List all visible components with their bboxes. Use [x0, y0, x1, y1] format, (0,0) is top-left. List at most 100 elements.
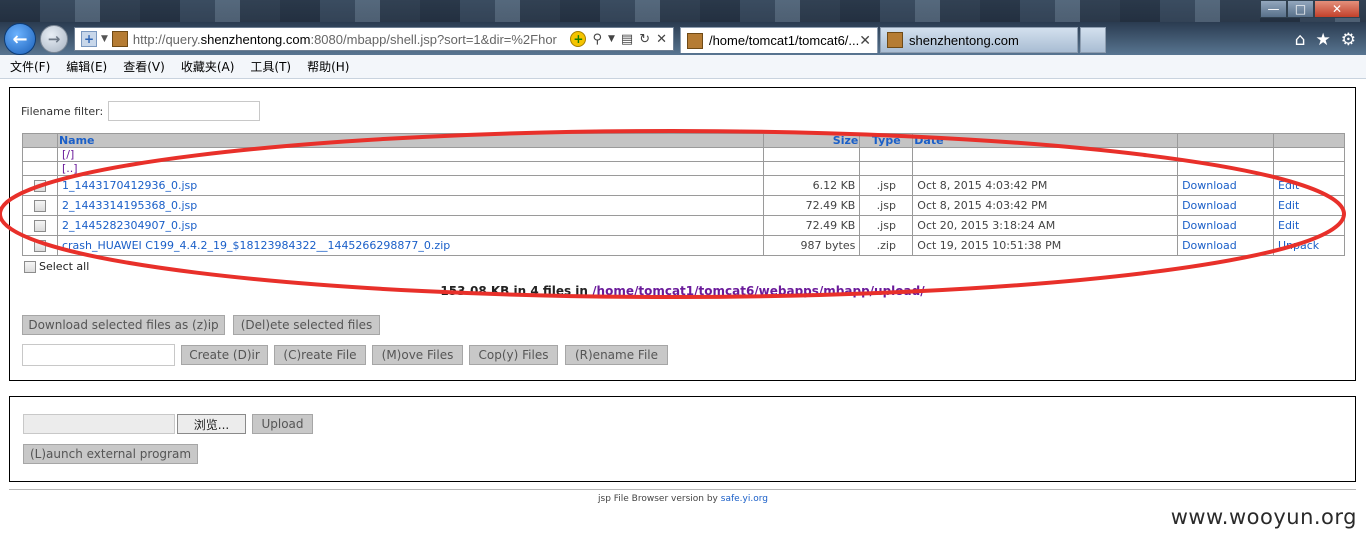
- directory-summary: 153.08 KB in 4 files in /home/tomcat1/to…: [10, 284, 1355, 298]
- forward-button[interactable]: →: [40, 25, 68, 53]
- header-name[interactable]: Name: [56, 133, 765, 148]
- menu-view[interactable]: 查看(V): [123, 58, 165, 75]
- file-date: Oct 8, 2015 4:03:42 PM: [912, 195, 1179, 216]
- row-checkbox[interactable]: [33, 240, 46, 252]
- filter-input[interactable]: [108, 101, 261, 121]
- header-action2: [1273, 133, 1345, 148]
- file-size: 987 bytes: [763, 235, 861, 256]
- browser-titlebar: ← → + ▼ http://query.shenzhentong.com:80…: [0, 0, 1366, 55]
- file-type: .jsp: [859, 175, 914, 196]
- filter-label: Filename filter:: [21, 104, 104, 118]
- footer: jsp File Browser version by safe.yi.org: [0, 494, 1366, 504]
- root-dir-link[interactable]: [/]: [62, 148, 74, 161]
- header-size[interactable]: Size: [763, 133, 861, 148]
- table-row: 2_1445282304907_0.jsp 72.49 KB .jsp Oct …: [22, 215, 1345, 236]
- home-icon[interactable]: ⌂: [1295, 30, 1306, 50]
- delete-files-button[interactable]: (Del)ete selected files: [233, 315, 380, 335]
- file-type: .jsp: [859, 195, 914, 216]
- edit-link[interactable]: Edit: [1278, 199, 1299, 212]
- page-icon[interactable]: ▤: [621, 32, 633, 47]
- file-type: .zip: [859, 235, 914, 256]
- tab-close-icon[interactable]: ✕: [859, 32, 871, 49]
- footer-link[interactable]: safe.yi.org: [721, 494, 768, 504]
- header-type-label[interactable]: Type: [872, 134, 901, 147]
- unpack-link[interactable]: Unpack: [1278, 239, 1319, 252]
- file-size: 72.49 KB: [763, 195, 861, 216]
- menu-file[interactable]: 文件(F): [10, 58, 50, 75]
- tab-current[interactable]: /home/tomcat1/tomcat6/... ✕: [680, 27, 878, 53]
- chevron-down-icon[interactable]: ▼: [101, 34, 108, 44]
- back-button[interactable]: ←: [4, 23, 36, 55]
- upload-button[interactable]: Upload: [252, 414, 313, 434]
- edit-link[interactable]: Edit: [1278, 179, 1299, 192]
- launch-program-button[interactable]: (L)aunch external program: [23, 444, 198, 464]
- favorites-star-icon[interactable]: ★: [1316, 30, 1331, 50]
- download-link[interactable]: Download: [1182, 179, 1237, 192]
- select-all-checkbox[interactable]: [24, 260, 36, 273]
- row-checkbox[interactable]: [33, 220, 46, 232]
- search-icon[interactable]: ⚲: [592, 32, 602, 47]
- menu-tools[interactable]: 工具(T): [250, 58, 291, 75]
- add-plugin-icon[interactable]: +: [570, 31, 587, 47]
- file-date: Oct 19, 2015 10:51:38 PM: [912, 235, 1179, 256]
- tab-shenzhentong[interactable]: shenzhentong.com: [880, 27, 1078, 53]
- file-browser-panel: Filename filter: Name Size Type Date [/]…: [9, 87, 1356, 381]
- download-link[interactable]: Download: [1182, 239, 1237, 252]
- rename-file-button[interactable]: (R)ename File: [565, 345, 668, 365]
- chevron-down-icon[interactable]: ▼: [608, 34, 615, 44]
- file-name-link[interactable]: crash_HUAWEI C199_4.4.2_19_$18123984322_…: [62, 239, 450, 252]
- download-link[interactable]: Download: [1182, 219, 1237, 232]
- forward-arrow-icon: →: [47, 30, 61, 48]
- browse-button[interactable]: 浏览...: [177, 414, 246, 434]
- address-bar[interactable]: + ▼ http://query.shenzhentong.com:8080/m…: [74, 27, 674, 51]
- tab-label: /home/tomcat1/tomcat6/...: [708, 33, 860, 48]
- site-favicon-icon: [687, 32, 703, 49]
- site-favicon-icon: [111, 31, 128, 47]
- file-date: Oct 20, 2015 3:18:24 AM: [912, 215, 1179, 236]
- window-close-button[interactable]: ✕: [1314, 0, 1360, 18]
- desktop-background-strip: [0, 0, 1366, 22]
- header-date-label[interactable]: Date: [914, 134, 943, 147]
- summary-path: /home/tomcat1/tomcat6/webapps/mbapp/uplo…: [592, 284, 925, 298]
- header-type[interactable]: Type: [859, 133, 914, 148]
- name-input[interactable]: [22, 344, 175, 366]
- row-checkbox[interactable]: [33, 180, 46, 192]
- refresh-icon[interactable]: ↻: [639, 32, 650, 47]
- select-all-label: Select all: [39, 260, 90, 273]
- footer-text: jsp File Browser version by: [598, 494, 721, 504]
- select-all[interactable]: Select all: [24, 260, 89, 273]
- menu-favorites[interactable]: 收藏夹(A): [181, 58, 235, 75]
- header-name-label[interactable]: Name: [59, 134, 95, 147]
- copy-files-button[interactable]: Cop(y) Files: [469, 345, 558, 365]
- header-date[interactable]: Date: [912, 133, 1179, 148]
- close-icon[interactable]: ✕: [656, 32, 667, 47]
- minimize-button[interactable]: —: [1260, 0, 1287, 18]
- file-name-link[interactable]: 1_1443170412936_0.jsp: [62, 179, 197, 192]
- menu-edit[interactable]: 编辑(E): [66, 58, 107, 75]
- file-name-link[interactable]: 2_1445282304907_0.jsp: [62, 219, 197, 232]
- download-zip-button[interactable]: Download selected files as (z)ip: [22, 315, 225, 335]
- upload-file-input[interactable]: [23, 414, 175, 434]
- compat-view-icon[interactable]: +: [81, 31, 97, 47]
- gear-icon[interactable]: ⚙: [1341, 30, 1356, 50]
- table-row: 2_1443314195368_0.jsp 72.49 KB .jsp Oct …: [22, 195, 1345, 216]
- url-text[interactable]: http://query.shenzhentong.com:8080/mbapp…: [133, 32, 571, 47]
- row-checkbox[interactable]: [33, 200, 46, 212]
- url-prefix: http://query.: [132, 31, 201, 47]
- header-action1: [1177, 133, 1274, 148]
- maximize-button[interactable]: □: [1287, 0, 1314, 18]
- menu-help[interactable]: 帮助(H): [307, 58, 349, 75]
- page-content: Filename filter: Name Size Type Date [/]…: [0, 79, 1366, 547]
- table-row: 1_1443170412936_0.jsp 6.12 KB .jsp Oct 8…: [22, 175, 1345, 196]
- move-files-button[interactable]: (M)ove Files: [372, 345, 463, 365]
- download-link[interactable]: Download: [1182, 199, 1237, 212]
- header-size-label[interactable]: Size: [833, 134, 859, 147]
- edit-link[interactable]: Edit: [1278, 219, 1299, 232]
- file-name-link[interactable]: 2_1443314195368_0.jsp: [62, 199, 197, 212]
- create-file-button[interactable]: (C)reate File: [274, 345, 366, 365]
- new-tab-button[interactable]: [1080, 27, 1106, 53]
- create-dir-button[interactable]: Create (D)ir: [181, 345, 268, 365]
- file-size: 72.49 KB: [763, 215, 861, 236]
- parent-dir-link[interactable]: [..]: [62, 162, 78, 175]
- table-row: [/]: [22, 147, 1345, 162]
